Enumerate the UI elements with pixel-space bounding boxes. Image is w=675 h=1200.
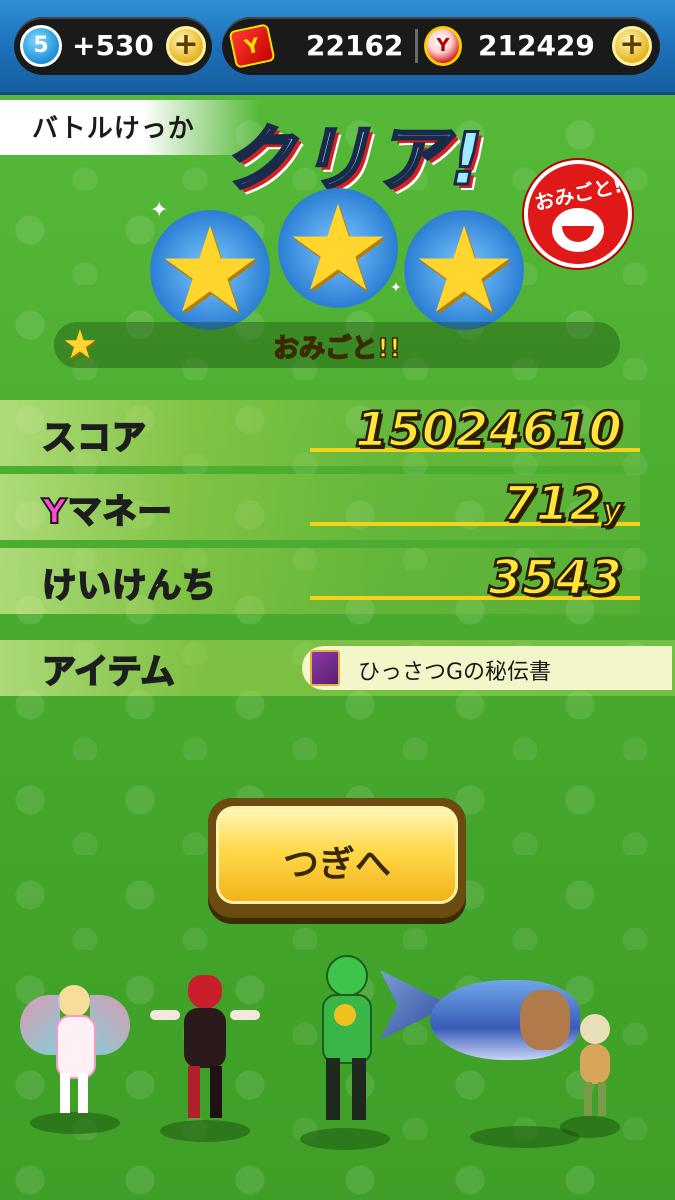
sparkle-icon: ✦ (150, 198, 169, 223)
item-chip[interactable]: ひっさつGの秘伝書 (302, 646, 672, 690)
item-name: ひっさつGの秘伝書 (358, 660, 552, 685)
rating-bar: ★ おみごと!! (54, 322, 620, 368)
star-rating-1: ★ (150, 210, 270, 330)
rating-text: おみごと!! (272, 333, 401, 365)
battle-result-screen: 5 +530 + Y 22162 Y 212429 + バトルけっか クリア! … (0, 0, 675, 1200)
status-bar: 5 +530 + Y 22162 Y 212429 + (0, 0, 675, 95)
currency-pill: Y 22162 Y 212429 + (222, 17, 660, 75)
star-icon: ★ (285, 179, 391, 317)
money-coin-icon: Y (424, 26, 462, 66)
item-label: アイテム (41, 651, 176, 693)
smiley-face-icon (552, 208, 604, 252)
level-badge-icon: 5 (20, 25, 62, 67)
star-rating-3: ★ (404, 210, 524, 330)
star-icon: ★ (411, 201, 517, 339)
add-stamina-button[interactable]: + (166, 26, 206, 66)
money-row: Yマネー 712y (0, 474, 640, 540)
money-value: 712y (501, 475, 623, 534)
currency-divider (415, 29, 418, 63)
score-value: 15024610 (354, 401, 624, 460)
next-button[interactable]: つぎへ (208, 798, 466, 918)
sparkle-icon: ✦ (390, 280, 402, 296)
money-label: Yマネー (41, 491, 173, 533)
scroll-book-icon (310, 650, 340, 686)
star-rating-2: ★ (278, 188, 398, 308)
exp-value: 3543 (487, 549, 623, 608)
next-button-label: つぎへ (282, 844, 391, 885)
score-row: スコア 15024610 (0, 400, 640, 466)
score-label: スコア (41, 417, 147, 459)
money-count: 212429 (478, 29, 595, 62)
exp-label: けいけんち (41, 565, 217, 607)
stamina-pill: 5 +530 + (14, 17, 212, 75)
item-row: アイテム ひっさつGの秘伝書 (0, 640, 675, 696)
star-icon: ★ (157, 201, 263, 339)
stamina-bonus-value: +530 (72, 29, 154, 62)
battle-result-label: バトルけっか (0, 100, 260, 155)
ticket-icon: Y (228, 23, 276, 69)
character-small-boy (566, 1010, 626, 1120)
exp-row: けいけんち 3543 (0, 548, 640, 614)
ticket-count: 22162 (306, 29, 404, 62)
great-job-stamp: おみごと! (524, 160, 632, 268)
character-cat-suit (150, 970, 260, 1125)
add-money-button[interactable]: + (612, 26, 652, 66)
character-angel (20, 975, 130, 1120)
